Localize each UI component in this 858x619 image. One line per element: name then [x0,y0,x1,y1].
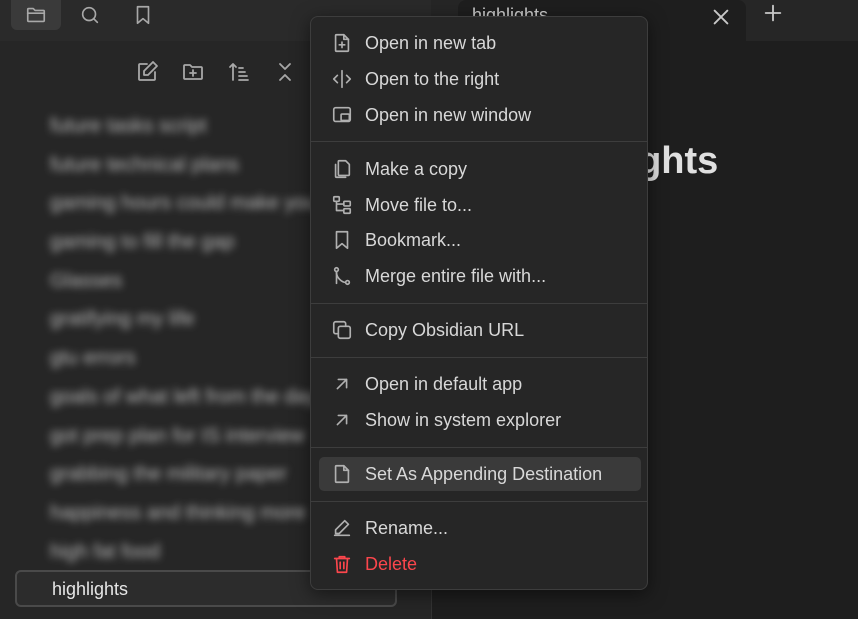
file-plus-icon [334,33,350,53]
menu-label: Make a copy [365,158,468,179]
trash-icon [333,555,351,574]
menu-separator [311,141,647,142]
plus-icon [764,4,782,22]
menu-label: Copy Obsidian URL [365,319,525,340]
close-icon [713,9,729,25]
menu-move-file[interactable]: Move file to... [319,188,641,222]
menu-copy-url[interactable]: Copy Obsidian URL [319,313,641,347]
file-context-menu: Open in new tab Open to the right Open i… [310,16,648,590]
tab-close-button[interactable] [710,6,732,28]
menu-separator [311,303,647,304]
new-tab-button[interactable] [762,2,784,24]
menu-bookmark[interactable]: Bookmark... [319,223,641,257]
menu-label: Show in system explorer [365,409,562,430]
menu-merge-file[interactable]: Merge entire file with... [319,259,641,293]
new-folder-button[interactable] [170,56,216,88]
menu-show-explorer[interactable]: Show in system explorer [319,403,641,437]
menu-label: Open in new tab [365,32,497,53]
menu-separator [311,501,647,502]
edit-icon [138,61,158,81]
file-icon [334,464,350,484]
menu-label: Move file to... [365,194,473,215]
menu-open-right[interactable]: Open to the right [319,62,641,96]
pencil-icon [333,519,351,537]
search-tab-button[interactable] [65,0,115,30]
search-icon [81,6,99,24]
menu-label: Merge entire file with... [365,265,547,286]
menu-label: Open in new window [365,104,532,125]
menu-open-new-tab[interactable]: Open in new tab [319,26,641,60]
bookmark-icon [136,5,150,25]
menu-set-appending-destination[interactable]: Set As Appending Destination [319,457,641,491]
menu-label: Rename... [365,517,449,538]
menu-label: Open in default app [365,373,523,394]
files-icon [334,159,351,179]
file-nav-actions [124,56,308,88]
menu-rename[interactable]: Rename... [319,511,641,545]
sort-button[interactable] [216,56,262,88]
menu-label: Set As Appending Destination [365,463,603,484]
new-note-button[interactable] [124,56,170,88]
bookmarks-tab-button[interactable] [118,0,168,30]
sort-icon [229,63,249,81]
copy-icon [332,320,352,340]
folder-plus-icon [183,64,203,80]
folder-tree-icon [332,195,352,215]
menu-open-new-window[interactable]: Open in new window [319,98,641,132]
menu-separator [311,357,647,358]
collapse-all-button[interactable] [262,56,308,88]
bookmark-icon [335,230,349,250]
folder-icon [26,7,46,23]
arrow-up-right-icon [336,414,348,426]
split-icon [332,69,352,89]
menu-label: Open to the right [365,68,500,89]
window-icon [332,106,352,123]
chevrons-collapse-icon [279,63,291,81]
arrow-up-right-icon [336,378,348,390]
files-tab-button[interactable] [11,0,61,30]
menu-make-copy[interactable]: Make a copy [319,152,641,186]
menu-label: Delete [365,553,418,574]
git-merge-icon [333,266,351,286]
menu-delete[interactable]: Delete [319,547,641,581]
menu-separator [311,447,647,448]
menu-open-default-app[interactable]: Open in default app [319,367,641,401]
selected-file-label: highlights [52,579,129,599]
menu-label: Bookmark... [365,229,462,250]
